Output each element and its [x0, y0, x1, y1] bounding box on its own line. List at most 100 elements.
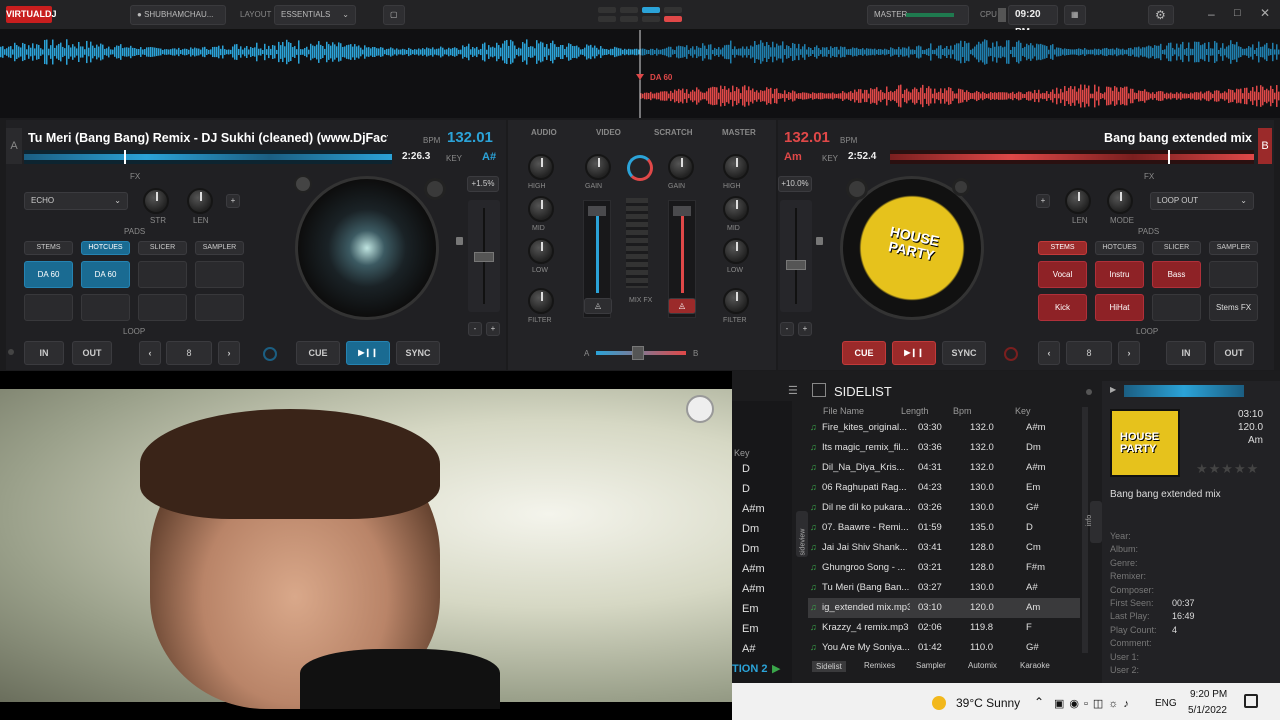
mixer-knob-b-mid[interactable]	[723, 196, 749, 222]
taskbar-date[interactable]: 5/1/2022	[1188, 705, 1227, 716]
pad-8[interactable]: Stems FX	[1209, 294, 1258, 321]
pad-tab-slicer[interactable]: SLICER	[1152, 241, 1201, 255]
left-key[interactable]: Em	[742, 603, 759, 615]
loop-double-button-b[interactable]: ›	[1118, 341, 1140, 365]
add-fx-button-b[interactable]: +	[1036, 194, 1050, 208]
loop-in-button-a[interactable]: IN	[24, 341, 64, 365]
mixer-knob-a-low[interactable]	[528, 238, 554, 264]
fx-knob-len-b[interactable]	[1065, 188, 1091, 214]
mini-waveform-b[interactable]	[890, 150, 1254, 164]
table-row[interactable]: ♫ Ghungroo Song - ... 03:21 128.0 F#m	[808, 558, 1080, 578]
cue-button-b[interactable]: CUE	[842, 341, 886, 365]
pad-3[interactable]: Bass	[1152, 261, 1201, 288]
mixer-knob-a-gain[interactable]	[585, 154, 611, 180]
list-menu-icon[interactable]: ☰	[788, 384, 798, 397]
turntable-platter-a[interactable]	[294, 175, 439, 320]
gear-icon[interactable]: ⚙	[1148, 5, 1174, 25]
bottom-tab-karaoke[interactable]: Karaoke	[1020, 661, 1050, 670]
pad-tab-sampler[interactable]: SAMPLER	[1209, 241, 1258, 255]
pitch-range-b[interactable]: +10.0%	[778, 176, 812, 192]
pad-6[interactable]: HiHat	[1095, 294, 1144, 321]
close-icon[interactable]: ✕	[1260, 6, 1270, 20]
bottom-tab-sidelist[interactable]: Sidelist	[812, 661, 846, 672]
left-key[interactable]: A#m	[742, 583, 765, 595]
column-header[interactable]: Bpm	[953, 406, 972, 416]
loop-size-b[interactable]: 8	[1066, 341, 1112, 365]
pad-tab-stems[interactable]: STEMS	[24, 241, 73, 255]
fx-knob-str-a[interactable]	[143, 188, 169, 214]
column-header[interactable]: Length	[901, 406, 929, 416]
sync-button-a[interactable]: SYNC	[396, 341, 440, 365]
pad-1[interactable]: DA 60	[24, 261, 73, 288]
loop-out-button-b[interactable]: OUT	[1214, 341, 1254, 365]
fx-knob-len-a[interactable]	[187, 188, 213, 214]
mixer-knob-b-high[interactable]	[723, 154, 749, 180]
mini-waveform-a[interactable]	[24, 150, 392, 164]
pad-4[interactable]	[1209, 261, 1258, 288]
fx-select-a[interactable]: ECHO ⌄	[24, 192, 128, 210]
mixer-knob-a-filter[interactable]	[528, 288, 554, 314]
mixer-knob-b-filter[interactable]	[723, 288, 749, 314]
mixer-master-ring[interactable]	[627, 155, 653, 181]
pitch-plus-b[interactable]: +	[798, 322, 812, 336]
pad-7[interactable]	[138, 294, 187, 321]
pad-3[interactable]	[138, 261, 187, 288]
lock-icon-b[interactable]	[816, 237, 823, 245]
pitch-minus-b[interactable]: -	[780, 322, 794, 336]
mixer-tab-master[interactable]: MASTER	[722, 128, 756, 137]
maximize-icon[interactable]: □	[1234, 7, 1241, 19]
slip-icon-a[interactable]	[263, 347, 277, 361]
pitch-slider-handle-a[interactable]	[474, 252, 494, 262]
column-header[interactable]: File Name	[823, 406, 864, 416]
pad-tab-hotcues[interactable]: HOTCUES	[81, 241, 130, 255]
pad-6[interactable]	[81, 294, 130, 321]
table-row[interactable]: ♫ Tu Meri (Bang Ban... 03:27 130.0 A#	[808, 578, 1080, 598]
user-button[interactable]: ● SHUBHAMCHAU...	[130, 5, 226, 25]
tray-icons[interactable]: ▣◉▫◫☼♪	[1054, 697, 1134, 710]
video-window[interactable]	[0, 371, 732, 720]
cue-button-a[interactable]: CUE	[296, 341, 340, 365]
table-row[interactable]: ♫ You Are My Soniya... 01:42 110.0 G#	[808, 638, 1080, 658]
pad-5[interactable]: Kick	[1038, 294, 1087, 321]
column-header[interactable]: Key	[1015, 406, 1031, 416]
crossfader[interactable]	[596, 346, 686, 360]
chevron-up-icon[interactable]: ⌃	[1034, 695, 1044, 709]
table-row[interactable]: ♫ Its magic_remix_fil... 03:36 132.0 Dm	[808, 438, 1080, 458]
mixer-knob-b-low[interactable]	[723, 238, 749, 264]
mixer-tab-scratch[interactable]: SCRATCH	[654, 128, 693, 137]
mixer-knob-a-high[interactable]	[528, 154, 554, 180]
table-row[interactable]: ♫ Jai Jai Shiv Shank... 03:41 128.0 Cm	[808, 538, 1080, 558]
language-indicator[interactable]: ENG	[1155, 698, 1177, 709]
table-row[interactable]: ♫ 07. Baawre - Remi... 01:59 135.0 D	[808, 518, 1080, 538]
table-row[interactable]: ♫ Krazzy_4 remix.mp3 02:06 119.8 F	[808, 618, 1080, 638]
sideview-tab[interactable]: sideview	[796, 511, 808, 557]
waveform-overview[interactable]: DA 60	[0, 30, 1280, 118]
add-fx-button-a[interactable]: +	[226, 194, 240, 208]
play-button-b[interactable]: ▶❙❙	[892, 341, 936, 365]
left-key[interactable]: D	[742, 483, 750, 495]
headphone-b-icon[interactable]: ◬	[668, 298, 696, 314]
left-key[interactable]: A#m	[742, 563, 765, 575]
sync-button-b[interactable]: SYNC	[942, 341, 986, 365]
loop-size-a[interactable]: 8	[166, 341, 212, 365]
calendar-icon[interactable]: ▦	[1064, 5, 1086, 25]
rating-stars-icon[interactable]: ★★★★★	[1196, 461, 1259, 477]
bottom-tab-remixes[interactable]: Remixes	[864, 661, 895, 670]
bottom-tab-automix[interactable]: Automix	[968, 661, 997, 670]
loop-halve-button-b[interactable]: ‹	[1038, 341, 1060, 365]
fx-knob-mode-b[interactable]	[1107, 188, 1133, 214]
table-row[interactable]: ♫ Dil_Na_Diya_Kris... 04:31 132.0 A#m	[808, 458, 1080, 478]
loop-out-button-a[interactable]: OUT	[72, 341, 112, 365]
pitch-range-a[interactable]: +1.5%	[467, 176, 499, 192]
crossfader-handle[interactable]	[632, 346, 644, 360]
fx-select-b[interactable]: LOOP OUT ⌄	[1150, 192, 1254, 210]
mixer-tab-video[interactable]: VIDEO	[596, 128, 621, 137]
pad-5[interactable]	[24, 294, 73, 321]
play-button-a[interactable]: ▶❙❙	[346, 341, 390, 365]
notification-icon[interactable]	[1244, 694, 1258, 708]
left-key[interactable]: A#	[742, 643, 755, 655]
slip-icon-b[interactable]	[1004, 347, 1018, 361]
left-key[interactable]: D	[742, 463, 750, 475]
pad-7[interactable]	[1152, 294, 1201, 321]
left-key[interactable]: Dm	[742, 543, 759, 555]
